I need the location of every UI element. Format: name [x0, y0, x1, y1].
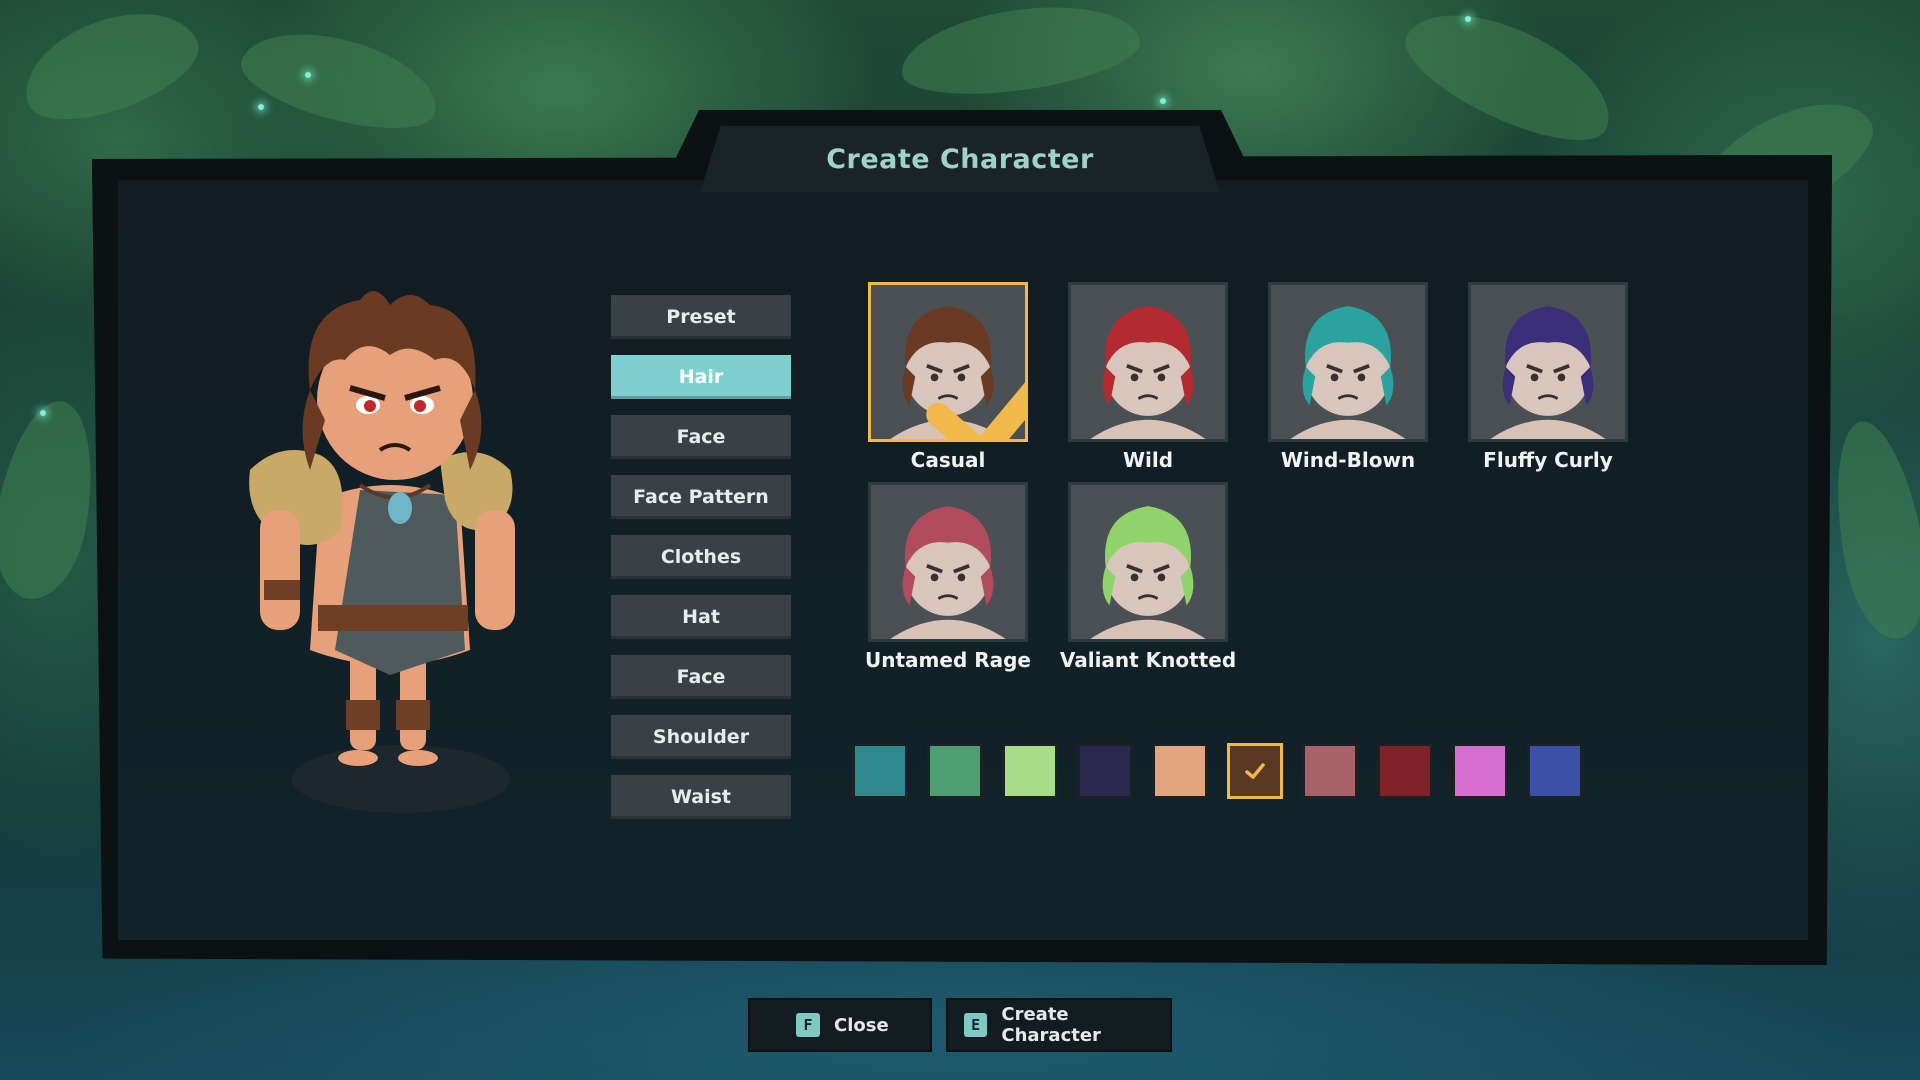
- menu-waist[interactable]: Waist: [611, 775, 791, 819]
- menu-face-pattern[interactable]: Face Pattern: [611, 475, 791, 519]
- color-swatch[interactable]: [1077, 743, 1133, 799]
- menu-item-label: Face Pattern: [633, 486, 769, 508]
- character-preview: [249, 291, 515, 766]
- hair-portrait: [871, 485, 1025, 639]
- menu-shoulder[interactable]: Shoulder: [611, 715, 791, 759]
- create-character-button[interactable]: E Create Character: [948, 1000, 1170, 1050]
- close-button[interactable]: F Close: [750, 1000, 930, 1050]
- menu-item-label: Hair: [678, 366, 724, 388]
- key-f-icon: F: [796, 1013, 820, 1037]
- menu-item-label: Shoulder: [652, 726, 750, 748]
- color-swatch[interactable]: [1377, 743, 1433, 799]
- hair-option-casual[interactable]: [868, 282, 1028, 442]
- color-swatch[interactable]: [1452, 743, 1508, 799]
- color-swatch[interactable]: [1302, 743, 1358, 799]
- hair-portrait: [1471, 285, 1625, 439]
- hair-option-label: Wild: [1122, 448, 1174, 472]
- menu-face[interactable]: Face: [611, 415, 791, 459]
- menu-item-label: Clothes: [660, 546, 742, 568]
- close-label: Close: [834, 1014, 889, 1036]
- menu-face-2[interactable]: Face: [611, 655, 791, 699]
- hair-option-wild[interactable]: [1068, 282, 1228, 442]
- hair-portrait: [1071, 285, 1225, 439]
- key-e-icon: E: [964, 1013, 988, 1037]
- color-swatch[interactable]: [1227, 743, 1283, 799]
- menu-hair[interactable]: Hair: [611, 355, 791, 399]
- hair-option-label: Casual: [910, 448, 986, 472]
- hair-option-fluffy-curly[interactable]: [1468, 282, 1628, 442]
- page-title: Create Character: [826, 143, 1094, 175]
- color-swatch[interactable]: [1527, 743, 1583, 799]
- hair-portrait: [1271, 285, 1425, 439]
- check-icon: [926, 382, 1025, 439]
- menu-hat[interactable]: Hat: [611, 595, 791, 639]
- hair-option-label: Valiant Knotted: [1059, 648, 1237, 672]
- menu-clothes[interactable]: Clothes: [611, 535, 791, 579]
- check-icon: [1245, 763, 1265, 779]
- hair-portrait: [1071, 485, 1225, 639]
- create-character-label: Create Character: [1001, 1004, 1101, 1046]
- menu-item-label: Hat: [682, 606, 720, 628]
- hair-option-label: Untamed Rage: [865, 648, 1031, 672]
- hair-option-label: Wind-Blown: [1280, 448, 1416, 472]
- color-swatch[interactable]: [1002, 743, 1058, 799]
- menu-item-label: Face: [676, 666, 726, 688]
- hair-option-wind-blown[interactable]: [1268, 282, 1428, 442]
- color-swatch[interactable]: [927, 743, 983, 799]
- menu-item-label: Preset: [666, 306, 736, 328]
- menu-preset[interactable]: Preset: [611, 295, 791, 339]
- hair-option-label: Fluffy Curly: [1483, 448, 1613, 472]
- menu-item-label: Face: [676, 426, 726, 448]
- menu-item-label: Waist: [670, 786, 731, 808]
- hair-option-untamed-rage[interactable]: [868, 482, 1028, 642]
- hair-option-valiant-knotted[interactable]: [1068, 482, 1228, 642]
- color-swatch[interactable]: [1152, 743, 1208, 799]
- title-tab: Create Character: [700, 126, 1220, 192]
- color-swatch[interactable]: [852, 743, 908, 799]
